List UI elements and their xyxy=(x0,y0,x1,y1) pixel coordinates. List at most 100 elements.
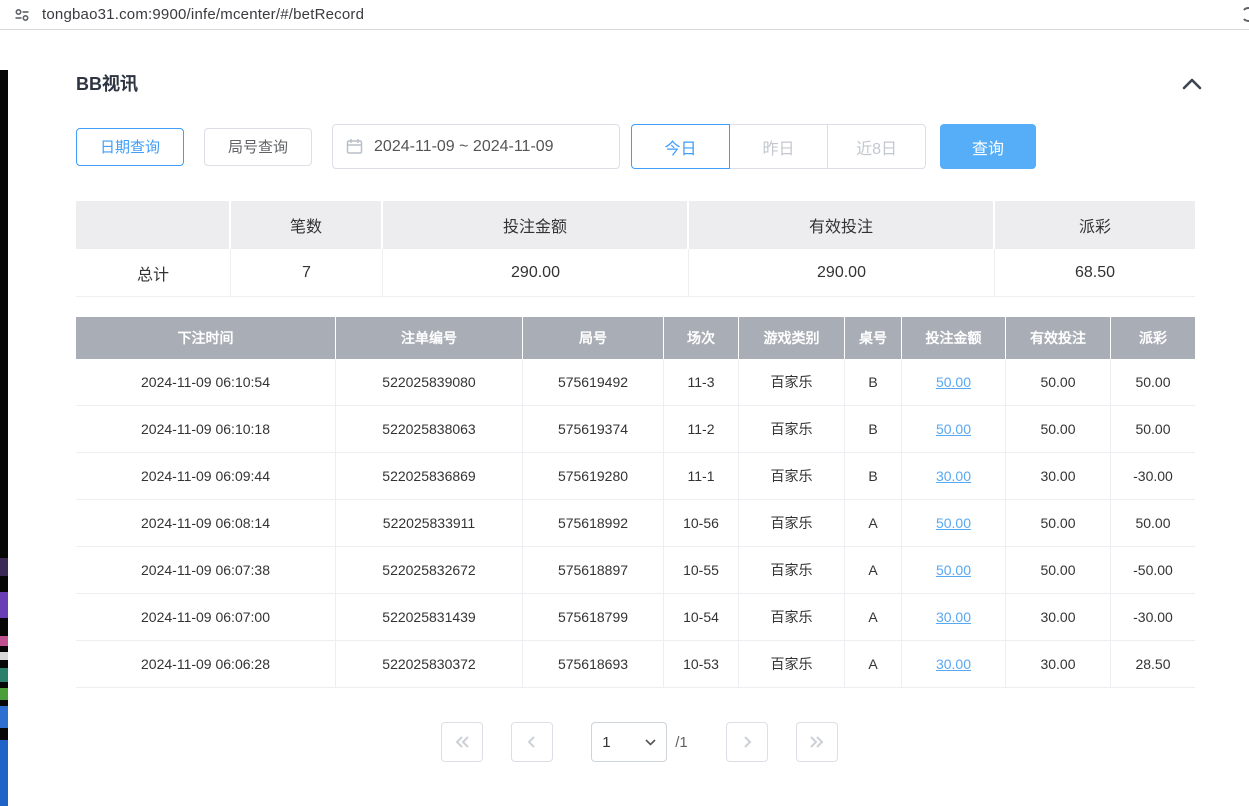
bet-table-header-row: 下注时间 注单编号 局号 场次 游戏类别 桌号 投注金额 有效投注 派彩 xyxy=(76,317,1195,359)
cell-bet-time: 2024-11-09 06:10:18 xyxy=(76,406,336,453)
summary-header-bet-amount: 投注金额 xyxy=(383,201,689,249)
page-total-label: /1 xyxy=(675,734,688,751)
site-info-icon[interactable] xyxy=(14,7,30,23)
cell-bet-id: 522025836869 xyxy=(336,453,523,500)
double-chevron-right-icon xyxy=(808,734,826,750)
cell-round-id: 575618992 xyxy=(523,500,664,547)
cell-bet-time: 2024-11-09 06:10:54 xyxy=(76,359,336,406)
header-payout: 派彩 xyxy=(1111,317,1195,359)
address-url[interactable]: tongbao31.com:9900/infe/mcenter/#/betRec… xyxy=(42,6,364,23)
cell-bet-id: 522025831439 xyxy=(336,594,523,641)
cell-session: 10-55 xyxy=(664,547,739,594)
cell-session: 11-1 xyxy=(664,453,739,500)
cell-bet-id: 522025839080 xyxy=(336,359,523,406)
cell-game-type: 百家乐 xyxy=(739,594,845,641)
cell-session: 10-56 xyxy=(664,500,739,547)
summary-header-blank xyxy=(76,201,231,249)
summary-header-valid-bet: 有效投注 xyxy=(689,201,995,249)
cell-bet-amount: 50.00 xyxy=(902,406,1006,453)
summary-header-row: 笔数 投注金额 有效投注 派彩 xyxy=(76,201,1195,249)
header-session: 场次 xyxy=(664,317,739,359)
cell-table-code: B xyxy=(845,359,902,406)
cell-bet-time: 2024-11-09 06:09:44 xyxy=(76,453,336,500)
cell-payout: -30.00 xyxy=(1111,453,1195,500)
table-row: 2024-11-09 06:10:54522025839080575619492… xyxy=(76,359,1195,406)
cell-bet-time: 2024-11-09 06:07:00 xyxy=(76,594,336,641)
today-button[interactable]: 今日 xyxy=(631,124,730,169)
header-bet-amount: 投注金额 xyxy=(902,317,1006,359)
table-row: 2024-11-09 06:09:44522025836869575619280… xyxy=(76,453,1195,500)
cell-game-type: 百家乐 xyxy=(739,500,845,547)
reload-icon[interactable] xyxy=(1241,7,1249,22)
cell-game-type: 百家乐 xyxy=(739,359,845,406)
header-game-type: 游戏类别 xyxy=(739,317,845,359)
cell-payout: -50.00 xyxy=(1111,547,1195,594)
date-query-tab[interactable]: 日期查询 xyxy=(76,128,184,166)
cell-bet-time: 2024-11-09 06:08:14 xyxy=(76,500,336,547)
cell-bet-id: 522025833911 xyxy=(336,500,523,547)
pagination-last-button[interactable] xyxy=(796,722,838,762)
page-body: BB视讯 日期查询 局号查询 2024-11-09 ~ 2024-11-09 今… xyxy=(0,70,1249,806)
page-select-value: 1 xyxy=(602,734,610,751)
background-window-strip xyxy=(0,70,8,806)
header-bet-id: 注单编号 xyxy=(336,317,523,359)
cell-bet-id: 522025838063 xyxy=(336,406,523,453)
page-select[interactable]: 1 xyxy=(591,722,667,762)
bet-amount-link[interactable]: 30.00 xyxy=(936,609,971,625)
cell-table-code: A xyxy=(845,500,902,547)
cell-round-id: 575618693 xyxy=(523,641,664,688)
cell-bet-amount: 50.00 xyxy=(902,359,1006,406)
cell-bet-amount: 30.00 xyxy=(902,641,1006,688)
cell-valid-bet: 50.00 xyxy=(1006,547,1111,594)
chevron-down-icon xyxy=(645,739,656,746)
date-range-value: 2024-11-09 ~ 2024-11-09 xyxy=(374,138,554,156)
header-round-id: 局号 xyxy=(523,317,664,359)
cell-round-id: 575618799 xyxy=(523,594,664,641)
double-chevron-left-icon xyxy=(453,734,471,750)
last-8-days-button[interactable]: 近8日 xyxy=(827,124,926,169)
bet-amount-link[interactable]: 50.00 xyxy=(936,421,971,437)
filter-bar: 日期查询 局号查询 2024-11-09 ~ 2024-11-09 今日 昨日 … xyxy=(76,124,1203,169)
table-row: 2024-11-09 06:07:00522025831439575618799… xyxy=(76,594,1195,641)
panel-header: BB视讯 xyxy=(76,70,1203,96)
cell-valid-bet: 30.00 xyxy=(1006,594,1111,641)
summary-payout: 68.50 xyxy=(995,249,1195,297)
cell-bet-time: 2024-11-09 06:06:28 xyxy=(76,641,336,688)
search-button[interactable]: 查询 xyxy=(940,124,1036,169)
chevron-right-icon xyxy=(740,734,754,750)
cell-round-id: 575619280 xyxy=(523,453,664,500)
summary-valid-bet: 290.00 xyxy=(689,249,995,297)
yesterday-button[interactable]: 昨日 xyxy=(729,124,828,169)
bet-record-table: 下注时间 注单编号 局号 场次 游戏类别 桌号 投注金额 有效投注 派彩 202… xyxy=(76,317,1195,688)
date-range-input[interactable]: 2024-11-09 ~ 2024-11-09 xyxy=(332,124,620,169)
cell-valid-bet: 50.00 xyxy=(1006,406,1111,453)
cell-bet-time: 2024-11-09 06:07:38 xyxy=(76,547,336,594)
cell-payout: 50.00 xyxy=(1111,500,1195,547)
cell-payout: 28.50 xyxy=(1111,641,1195,688)
cell-valid-bet: 30.00 xyxy=(1006,641,1111,688)
cell-session: 11-2 xyxy=(664,406,739,453)
collapse-chevron-icon[interactable] xyxy=(1181,77,1203,90)
bet-amount-link[interactable]: 50.00 xyxy=(936,562,971,578)
pagination-bar: 1 /1 xyxy=(76,722,1203,762)
round-query-tab[interactable]: 局号查询 xyxy=(204,128,312,166)
summary-total-label: 总计 xyxy=(76,249,231,297)
cell-game-type: 百家乐 xyxy=(739,547,845,594)
browser-address-bar[interactable]: tongbao31.com:9900/infe/mcenter/#/betRec… xyxy=(0,0,1249,30)
summary-count: 7 xyxy=(231,249,383,297)
bet-amount-link[interactable]: 50.00 xyxy=(936,515,971,531)
table-row: 2024-11-09 06:10:18522025838063575619374… xyxy=(76,406,1195,453)
cell-bet-amount: 30.00 xyxy=(902,453,1006,500)
cell-table-code: A xyxy=(845,594,902,641)
pagination-first-button[interactable] xyxy=(441,722,483,762)
bet-amount-link[interactable]: 50.00 xyxy=(936,374,971,390)
cell-valid-bet: 50.00 xyxy=(1006,500,1111,547)
summary-header-count: 笔数 xyxy=(231,201,383,249)
pagination-next-button[interactable] xyxy=(726,722,768,762)
header-bet-time: 下注时间 xyxy=(76,317,336,359)
pagination-prev-button[interactable] xyxy=(511,722,553,762)
cell-session: 10-53 xyxy=(664,641,739,688)
bet-amount-link[interactable]: 30.00 xyxy=(936,468,971,484)
bet-amount-link[interactable]: 30.00 xyxy=(936,656,971,672)
cell-payout: 50.00 xyxy=(1111,406,1195,453)
